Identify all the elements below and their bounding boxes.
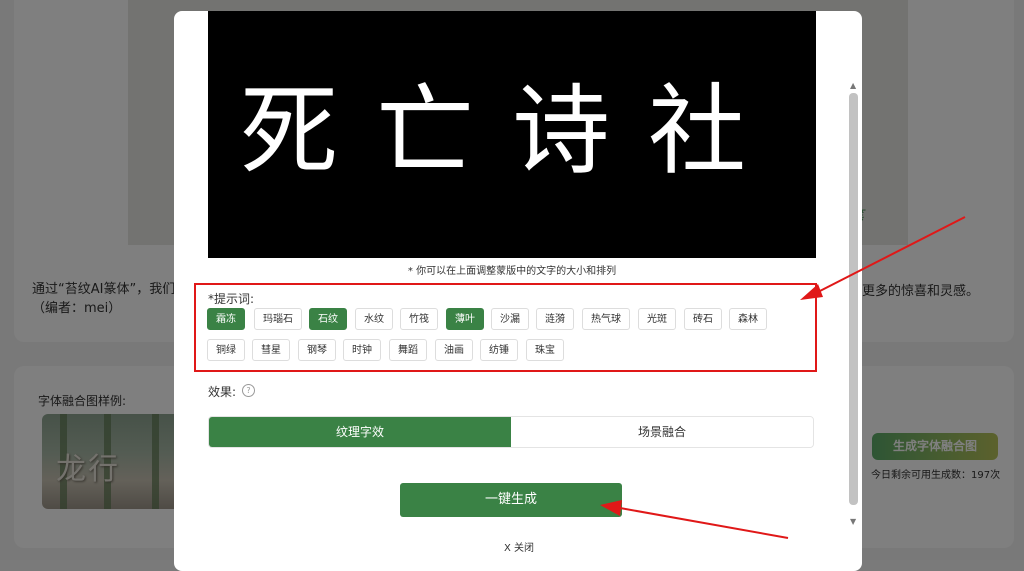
annotation-arrow-upper xyxy=(815,216,966,294)
annotation-arrowhead-lower-icon xyxy=(600,500,622,516)
annotation-arrows xyxy=(600,216,966,539)
annotation-arrowhead-upper-icon xyxy=(800,284,823,300)
annotation-arrow-lower xyxy=(619,507,789,539)
